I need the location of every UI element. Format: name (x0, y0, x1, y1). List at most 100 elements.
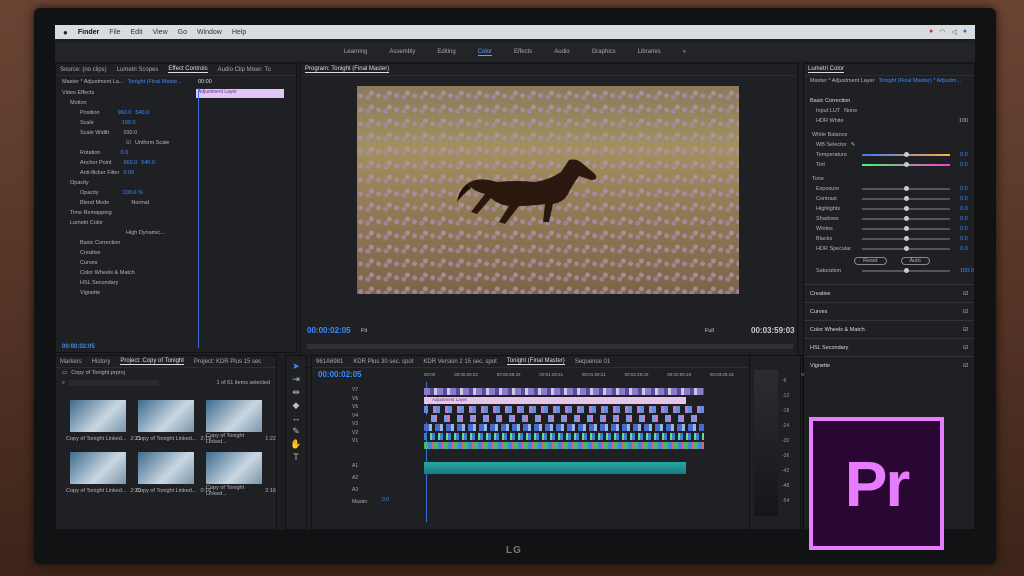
temperature-value[interactable]: 0.0 (960, 152, 974, 158)
track-label[interactable]: A3 (352, 484, 367, 496)
track-label[interactable]: V3 (352, 420, 358, 429)
track-clips-v1[interactable] (424, 442, 704, 449)
tab-effect-controls[interactable]: Effect Controls (168, 66, 208, 73)
tone-value[interactable]: 0.0 (960, 186, 974, 192)
row-value[interactable]: 0.00 (123, 170, 134, 176)
saturation-slider[interactable] (862, 268, 950, 273)
eyedropper-icon[interactable]: ✎ (851, 142, 856, 148)
menu-go[interactable]: Go (178, 29, 187, 36)
slider-knob[interactable] (904, 246, 909, 251)
slider-knob[interactable] (904, 162, 909, 167)
row-value[interactable]: 100.0 (122, 120, 136, 126)
sequence-clip-select[interactable]: Tonight (Final Maste... (127, 79, 181, 85)
adjustment-layer-track-clip[interactable]: Adjustment Layer (424, 397, 686, 404)
tone-value[interactable]: 0.0 (960, 196, 974, 202)
track-label[interactable]: A1 (352, 460, 367, 472)
lumetri-section[interactable]: Vignette ☑ (804, 356, 974, 374)
tone-slider[interactable] (862, 196, 950, 201)
slider-knob[interactable] (904, 216, 909, 221)
effect-row[interactable]: Opacity (56, 178, 296, 188)
clip-thumbnail[interactable] (70, 400, 126, 432)
pen-icon[interactable]: ✎ (286, 425, 306, 438)
effect-row[interactable]: Lumetri Color (56, 218, 296, 228)
tone-value[interactable]: 0.0 (960, 216, 974, 222)
checkbox-icon[interactable]: ☑ (963, 327, 968, 333)
track-label[interactable]: V7 (352, 386, 358, 395)
tone-value[interactable]: 0.0 (960, 236, 974, 242)
tab-markers[interactable]: Markers (60, 359, 82, 365)
tone-slider[interactable] (862, 246, 950, 251)
zoom-select[interactable]: Fit (361, 328, 367, 334)
track-clips-v3[interactable] (424, 424, 704, 431)
effect-row[interactable]: Anti-flicker Filter 0.00 (56, 168, 296, 178)
tab-project-copy[interactable]: Project: Copy of Tonight (120, 358, 184, 365)
row-value[interactable]: 100.0 % (123, 190, 143, 196)
lumetri-section[interactable]: Curves ☑ (804, 302, 974, 320)
checkbox-icon[interactable]: ☑ (963, 363, 968, 369)
razor-icon[interactable]: ◆ (286, 399, 306, 412)
tone-heading[interactable]: Tone (804, 174, 974, 184)
tab-source[interactable]: Source: (no clips) (60, 67, 107, 73)
effect-row[interactable]: Motion (56, 98, 296, 108)
master-value[interactable]: 0.0 (382, 497, 389, 503)
effect-row[interactable]: Creative (56, 248, 296, 258)
effect-row[interactable]: Basic Correction (56, 238, 296, 248)
tab-project-kdr[interactable]: Project: KDR Plus 15 sec (194, 359, 261, 365)
track-label[interactable]: V6 (352, 395, 358, 404)
ripple-edit-icon[interactable]: ⇹ (286, 386, 306, 399)
program-title[interactable]: Program: Tonight (Final Master) (305, 66, 390, 73)
workspace-libraries[interactable]: Libraries (638, 49, 661, 55)
clip-thumbnail[interactable] (206, 452, 262, 484)
resolution-select[interactable]: Full (705, 328, 714, 334)
temperature-slider[interactable] (862, 152, 950, 157)
tab-sequence[interactable]: 961A6981 (316, 359, 343, 365)
menu-help[interactable]: Help (232, 29, 246, 36)
checkbox-icon[interactable]: ☑ (963, 291, 968, 297)
slider-knob[interactable] (904, 226, 909, 231)
menu-window[interactable]: Window (197, 29, 222, 36)
clip-thumbnail[interactable] (70, 452, 126, 484)
workspace-color[interactable]: Color (477, 49, 493, 56)
adjustment-layer-clip[interactable]: Adjustment Layer (196, 89, 284, 98)
track-clips-v7[interactable] (424, 388, 704, 395)
tone-slider[interactable] (862, 186, 950, 191)
user-icon[interactable]: ● (963, 28, 967, 36)
tone-value[interactable]: 0.0 (960, 226, 974, 232)
lumetri-section[interactable]: Creative ☑ (804, 284, 974, 302)
track-label[interactable]: V1 (352, 437, 358, 446)
effect-row[interactable]: Scale 100.0 (56, 118, 296, 128)
effect-row[interactable]: Rotation 0.0 (56, 148, 296, 158)
lumetri-master[interactable]: Master * Adjustment Layer (810, 78, 875, 84)
slider-knob[interactable] (904, 196, 909, 201)
timeline-ruler[interactable]: 00:00 00:00:29:23 00:00:59:22 00:01:29:21 00… (424, 372, 804, 382)
row-value[interactable]: 960.0 (118, 110, 132, 116)
row-value[interactable]: 540.0 (135, 110, 149, 116)
tab-sequence[interactable]: KDR Plus 30 sec. spot (353, 359, 413, 365)
track-clips-v5[interactable] (424, 406, 704, 413)
row-value[interactable]: 0.0 (121, 150, 129, 156)
slip-icon[interactable]: ↔ (286, 412, 306, 425)
project-search-input[interactable] (69, 380, 160, 386)
volume-icon[interactable]: ◁ (951, 28, 956, 36)
track-label[interactable]: A2 (352, 472, 367, 484)
apple-icon[interactable]: ● (63, 28, 68, 37)
menu-edit[interactable]: Edit (131, 29, 143, 36)
white-balance-heading[interactable]: White Balance (804, 130, 974, 140)
track-select-icon[interactable]: ⇥ (286, 373, 306, 386)
row-value[interactable]: 960.0 (124, 160, 138, 166)
tab-lumetri-scopes[interactable]: Lumetri Scopes (117, 67, 159, 73)
row-value[interactable]: 540.0 (141, 160, 155, 166)
tab-sequence-active[interactable]: Tonight (Final Master) (506, 358, 565, 365)
track-clips-v4[interactable] (424, 415, 704, 422)
reset-button[interactable]: Reset (854, 257, 887, 265)
track-label[interactable]: V4 (352, 412, 358, 421)
lumetri-title[interactable]: Lumetri Color (808, 66, 845, 73)
tint-value[interactable]: 0.0 (960, 162, 974, 168)
tab-sequence[interactable]: KDR Version 2 15 sec. spot (423, 359, 496, 365)
track-label[interactable]: V2 (352, 429, 358, 438)
lumetri-sequence[interactable]: Tonight (Final Master) * Adjustm... (879, 78, 962, 84)
workspace-assembly[interactable]: Assembly (389, 49, 415, 55)
effect-row[interactable]: Position 960.0 540.0 (56, 108, 296, 118)
effect-row[interactable]: Curves (56, 258, 296, 268)
tone-slider[interactable] (862, 236, 950, 241)
